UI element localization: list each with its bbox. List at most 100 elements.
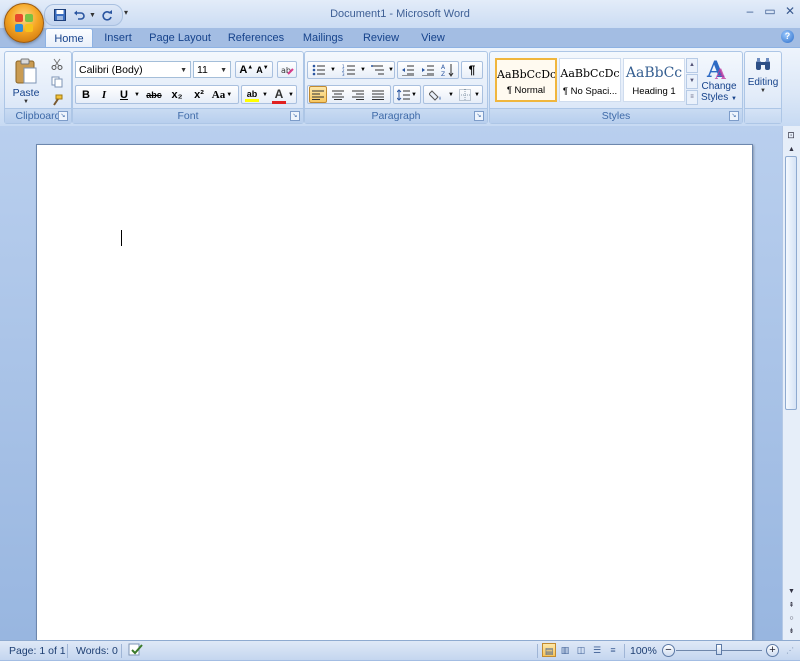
- borders-icon[interactable]: [457, 86, 473, 104]
- print-layout-view-icon[interactable]: ▤: [542, 643, 556, 657]
- change-styles-icon: AA: [706, 57, 727, 81]
- justify-icon[interactable]: [369, 86, 387, 104]
- status-bar: Page: 1 of 1 Words: 0 ▤ ▥ ◫ ☰ ≡ 100% − +…: [0, 640, 800, 660]
- change-styles-button[interactable]: AA Change Styles ▼: [700, 54, 738, 108]
- paste-label: Paste: [12, 87, 40, 99]
- style-heading-1[interactable]: AaBbCc Heading 1: [623, 58, 685, 102]
- page-count[interactable]: Page: 1 of 1: [9, 644, 66, 658]
- line-spacing-button[interactable]: ▼: [393, 85, 421, 104]
- word-count[interactable]: Words: 0: [76, 644, 118, 658]
- styles-scroll-down-icon[interactable]: ▼: [686, 74, 698, 89]
- zoom-slider-thumb[interactable]: [716, 644, 722, 655]
- proofing-icon[interactable]: [128, 643, 144, 657]
- status-separator: [121, 644, 122, 658]
- help-icon[interactable]: ?: [781, 30, 794, 43]
- highlight-button[interactable]: ab: [243, 86, 261, 104]
- outline-view-icon[interactable]: ☰: [590, 643, 604, 657]
- font-size-select[interactable]: 11 ▼: [193, 61, 231, 78]
- resize-grip-icon[interactable]: ⋰: [786, 644, 794, 658]
- restore-button[interactable]: ▭: [764, 4, 776, 18]
- bullets-dropdown-icon[interactable]: ▼: [329, 61, 337, 79]
- multilevel-list-icon[interactable]: [369, 61, 387, 79]
- styles-more-icon[interactable]: ≡: [686, 90, 698, 105]
- align-center-icon[interactable]: [329, 86, 347, 104]
- paste-button[interactable]: Paste ▼: [9, 54, 43, 108]
- underline-dropdown-icon[interactable]: ▼: [133, 86, 141, 104]
- editing-button[interactable]: Editing ▼: [747, 54, 779, 108]
- tab-insert[interactable]: Insert: [98, 29, 138, 47]
- font-dialog-launcher[interactable]: ↘: [290, 111, 300, 121]
- subscript-button[interactable]: x₂: [167, 86, 187, 104]
- status-separator: [67, 644, 68, 658]
- bullets-icon[interactable]: [309, 61, 329, 79]
- tab-page-layout[interactable]: Page Layout: [146, 29, 214, 47]
- tab-home[interactable]: Home: [45, 28, 93, 49]
- vertical-scrollbar[interactable]: ⊡ ▲ ▼ ⇞ ○ ⇟: [782, 126, 800, 640]
- underline-button[interactable]: U: [115, 86, 133, 104]
- multilevel-dropdown-icon[interactable]: ▼: [387, 61, 395, 79]
- paragraph-dialog-launcher[interactable]: ↘: [474, 111, 484, 121]
- clipboard-group: Paste ▼ Clipboard ↘: [4, 51, 72, 124]
- strikethrough-button[interactable]: abc: [143, 86, 165, 104]
- text-cursor: [121, 230, 122, 246]
- svg-text:3: 3: [342, 72, 345, 76]
- font-family-select[interactable]: Calibri (Body) ▼: [75, 61, 191, 78]
- font-color-button[interactable]: A: [271, 86, 287, 104]
- scroll-up-icon[interactable]: ▲: [785, 144, 798, 156]
- scroll-down-icon[interactable]: ▼: [785, 586, 798, 598]
- office-logo-icon: [15, 14, 33, 32]
- change-case-button[interactable]: Aa ▼: [211, 86, 233, 104]
- document-page[interactable]: [36, 144, 753, 646]
- superscript-button[interactable]: x²: [189, 86, 209, 104]
- scrollbar-thumb[interactable]: [785, 156, 797, 410]
- font-size-grow-shrink: A▲ A▼: [235, 61, 273, 78]
- previous-page-icon[interactable]: ⇞: [785, 600, 798, 612]
- document-area: [0, 126, 782, 646]
- bold-button[interactable]: B: [77, 86, 95, 104]
- web-layout-icon[interactable]: ◫: [574, 643, 588, 657]
- cut-icon[interactable]: [49, 56, 65, 72]
- view-ruler-icon[interactable]: ⊡: [785, 129, 797, 141]
- styles-dialog-launcher[interactable]: ↘: [729, 111, 739, 121]
- zoom-out-icon[interactable]: −: [662, 644, 675, 657]
- numbering-icon[interactable]: 123: [339, 61, 359, 79]
- tab-references[interactable]: References: [226, 29, 286, 47]
- tab-mailings[interactable]: Mailings: [298, 29, 348, 47]
- clipboard-dialog-launcher[interactable]: ↘: [58, 111, 68, 121]
- status-separator: [537, 644, 538, 658]
- font-color-dropdown-icon[interactable]: ▼: [287, 86, 295, 104]
- grow-font-button[interactable]: A▲: [239, 64, 253, 76]
- draft-view-icon[interactable]: ≡: [606, 643, 620, 657]
- sort-icon[interactable]: AZ: [439, 61, 457, 79]
- align-left-icon[interactable]: [309, 86, 327, 103]
- style-name: ¶ Normal: [506, 85, 546, 96]
- styles-group: AaBbCcDc ¶ Normal AaBbCcDc ¶ No Spaci...…: [489, 51, 743, 124]
- minimize-button[interactable]: –: [744, 4, 756, 18]
- show-marks-button[interactable]: ¶: [461, 61, 483, 79]
- italic-button[interactable]: I: [95, 86, 113, 104]
- tab-view[interactable]: View: [416, 29, 450, 47]
- style-no-spacing[interactable]: AaBbCcDc ¶ No Spaci...: [559, 58, 621, 102]
- close-button[interactable]: ✕: [784, 4, 796, 18]
- align-right-icon[interactable]: [349, 86, 367, 104]
- numbering-dropdown-icon[interactable]: ▼: [359, 61, 367, 79]
- borders-dropdown-icon[interactable]: ▼: [473, 86, 481, 104]
- next-page-icon[interactable]: ⇟: [785, 626, 798, 638]
- select-browse-object-icon[interactable]: ○: [785, 613, 798, 625]
- shading-dropdown-icon[interactable]: ▼: [447, 86, 455, 104]
- copy-icon[interactable]: [49, 74, 65, 90]
- increase-indent-icon[interactable]: [419, 61, 437, 79]
- full-screen-reading-icon[interactable]: ▥: [558, 643, 572, 657]
- shrink-font-button[interactable]: A▼: [256, 65, 268, 75]
- shading-icon[interactable]: [425, 86, 447, 104]
- office-button[interactable]: [4, 3, 44, 43]
- style-normal[interactable]: AaBbCcDc ¶ Normal: [495, 58, 557, 102]
- decrease-indent-icon[interactable]: [399, 61, 417, 79]
- tab-review[interactable]: Review: [360, 29, 402, 47]
- zoom-in-icon[interactable]: +: [766, 644, 779, 657]
- zoom-level[interactable]: 100%: [630, 644, 657, 658]
- format-painter-icon[interactable]: [49, 92, 65, 108]
- styles-scroll-up-icon[interactable]: ▲: [686, 58, 698, 73]
- highlight-dropdown-icon[interactable]: ▼: [261, 86, 269, 104]
- clear-formatting-button[interactable]: ab: [277, 61, 297, 78]
